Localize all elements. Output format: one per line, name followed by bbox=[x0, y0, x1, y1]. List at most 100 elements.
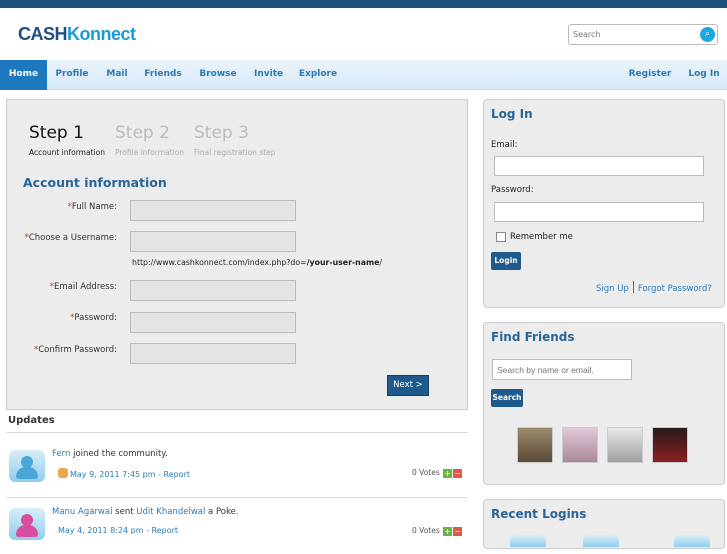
step-description: Final registration step bbox=[194, 148, 276, 157]
avatar[interactable] bbox=[9, 450, 45, 482]
friend-photo-1[interactable] bbox=[517, 427, 553, 463]
find-friends-search-button[interactable]: Search bbox=[491, 389, 523, 407]
login-email-label: Email: bbox=[491, 140, 518, 150]
username-label: *Choose a Username: bbox=[0, 233, 117, 243]
login-password-input[interactable] bbox=[494, 202, 704, 222]
login-panel-title: Log In bbox=[491, 107, 533, 121]
update-date[interactable]: May 4, 2011 8:24 pm bbox=[58, 526, 144, 535]
find-friends-panel: Find Friends Search bbox=[483, 322, 725, 485]
login-links: Sign Up Forgot Password? bbox=[596, 281, 712, 294]
friend-photo-3[interactable] bbox=[607, 427, 643, 463]
update-action-text: a Poke. bbox=[205, 507, 239, 517]
step-description: Account information bbox=[29, 148, 105, 157]
login-panel: Log In Email: Password: Remember me Logi… bbox=[483, 99, 725, 308]
vote-up-icon[interactable]: + bbox=[443, 527, 453, 536]
friend-photo-2[interactable] bbox=[562, 427, 598, 463]
avatar[interactable] bbox=[674, 535, 710, 547]
update-text: Fern joined the community. bbox=[52, 449, 168, 459]
forgot-password-link[interactable]: Forgot Password? bbox=[638, 284, 712, 294]
report-link[interactable]: - Report bbox=[146, 526, 178, 535]
full-name-input[interactable] bbox=[130, 200, 296, 221]
vote-down-icon[interactable]: − bbox=[453, 527, 463, 536]
full-name-label: *Full Name: bbox=[0, 202, 117, 212]
remember-me-label: Remember me bbox=[510, 232, 573, 242]
step-number: Step 3 bbox=[194, 123, 249, 143]
header-search: ⌕ bbox=[568, 24, 718, 45]
step-number: Step 1 bbox=[29, 123, 84, 143]
find-friends-title: Find Friends bbox=[491, 330, 575, 344]
email-input[interactable] bbox=[130, 280, 296, 301]
step-number: Step 2 bbox=[115, 123, 170, 143]
step-2: Step 2 Profile information bbox=[115, 123, 184, 157]
section-title: Account information bbox=[23, 175, 167, 190]
label-text: Full Name: bbox=[71, 202, 117, 212]
nav-register[interactable]: Register bbox=[628, 60, 672, 90]
nav-explore[interactable]: Explore bbox=[298, 60, 338, 90]
site-logo[interactable]: CASHKonnect bbox=[18, 24, 136, 45]
avatar[interactable] bbox=[9, 508, 45, 540]
remember-me-checkbox[interactable] bbox=[496, 232, 506, 242]
confirm-password-input[interactable] bbox=[130, 343, 296, 364]
password-label: *Password: bbox=[0, 313, 117, 323]
nav-profile[interactable]: Profile bbox=[54, 60, 90, 90]
header-search-input[interactable] bbox=[569, 25, 689, 44]
nav-login[interactable]: Log In bbox=[688, 60, 720, 90]
update-meta: May 4, 2011 8:24 pm - Report bbox=[58, 526, 178, 535]
votes: 0 Votes + − bbox=[412, 468, 463, 478]
target-user-link[interactable]: Udit Khandelwal bbox=[136, 507, 205, 517]
recent-logins-title: Recent Logins bbox=[491, 507, 587, 521]
signup-form-panel: Step 1 Account information Step 2 Profil… bbox=[6, 99, 468, 410]
avatar[interactable] bbox=[510, 535, 546, 547]
main-nav: Home Profile Mail Friends Browse Invite … bbox=[0, 60, 727, 90]
login-email-input[interactable] bbox=[494, 156, 704, 176]
update-item: Manu Agarwal sent Udit Khandelwal a Poke… bbox=[6, 504, 468, 554]
nav-browse[interactable]: Browse bbox=[198, 60, 238, 90]
logo-text-cash: CASH bbox=[18, 24, 68, 44]
vote-count: 0 Votes bbox=[412, 526, 440, 535]
login-button[interactable]: Login bbox=[491, 252, 521, 270]
updates-title: Updates bbox=[8, 415, 55, 426]
label-text: Confirm Password: bbox=[38, 345, 117, 355]
report-link[interactable]: - Report bbox=[158, 470, 190, 479]
label-text: Password: bbox=[74, 313, 117, 323]
recent-logins-panel: Recent Logins bbox=[483, 499, 725, 549]
update-meta: May 9, 2011 7:45 pm - Report bbox=[58, 468, 190, 479]
update-action-text: joined the community. bbox=[70, 449, 168, 459]
find-friends-input[interactable] bbox=[492, 359, 632, 380]
confirm-password-label: *Confirm Password: bbox=[0, 345, 117, 355]
update-item: Fern joined the community. May 9, 2011 7… bbox=[6, 446, 468, 496]
user-link[interactable]: Fern bbox=[52, 449, 70, 459]
step-1: Step 1 Account information bbox=[29, 123, 105, 157]
nav-mail[interactable]: Mail bbox=[104, 60, 130, 90]
password-input[interactable] bbox=[130, 312, 296, 333]
update-date[interactable]: May 9, 2011 7:45 pm bbox=[70, 470, 156, 479]
nav-home[interactable]: Home bbox=[0, 60, 47, 90]
next-button[interactable]: Next > bbox=[387, 375, 429, 396]
signup-link[interactable]: Sign Up bbox=[596, 284, 629, 294]
friend-photo-4[interactable] bbox=[652, 427, 688, 463]
logo-text-konnect: Konnect bbox=[67, 24, 136, 44]
step-description: Profile information bbox=[115, 148, 184, 157]
url-hint-prefix: http://www.cashkonnect.com/index.php?do= bbox=[132, 258, 307, 267]
divider bbox=[6, 497, 468, 498]
vote-count: 0 Votes bbox=[412, 468, 440, 477]
vote-down-icon[interactable]: − bbox=[453, 469, 463, 478]
nav-invite[interactable]: Invite bbox=[254, 60, 283, 90]
nav-friends[interactable]: Friends bbox=[144, 60, 182, 90]
update-action-text: sent bbox=[112, 507, 137, 517]
vote-up-icon[interactable]: + bbox=[443, 469, 453, 478]
url-hint-suffix: / bbox=[379, 258, 383, 267]
link-separator bbox=[632, 281, 634, 293]
site-header: CASHKonnect ⌕ bbox=[0, 8, 727, 60]
label-text: Choose a Username: bbox=[28, 233, 117, 243]
divider bbox=[6, 432, 468, 433]
avatar[interactable] bbox=[583, 535, 619, 547]
user-link[interactable]: Manu Agarwal bbox=[52, 507, 112, 517]
update-text: Manu Agarwal sent Udit Khandelwal a Poke… bbox=[52, 507, 239, 517]
username-url-hint: http://www.cashkonnect.com/index.php?do=… bbox=[132, 258, 382, 267]
username-input[interactable] bbox=[130, 231, 296, 252]
email-label: *Email Address: bbox=[0, 282, 117, 292]
top-strip bbox=[0, 0, 727, 8]
search-icon[interactable]: ⌕ bbox=[700, 27, 715, 42]
login-password-label: Password: bbox=[491, 185, 534, 195]
